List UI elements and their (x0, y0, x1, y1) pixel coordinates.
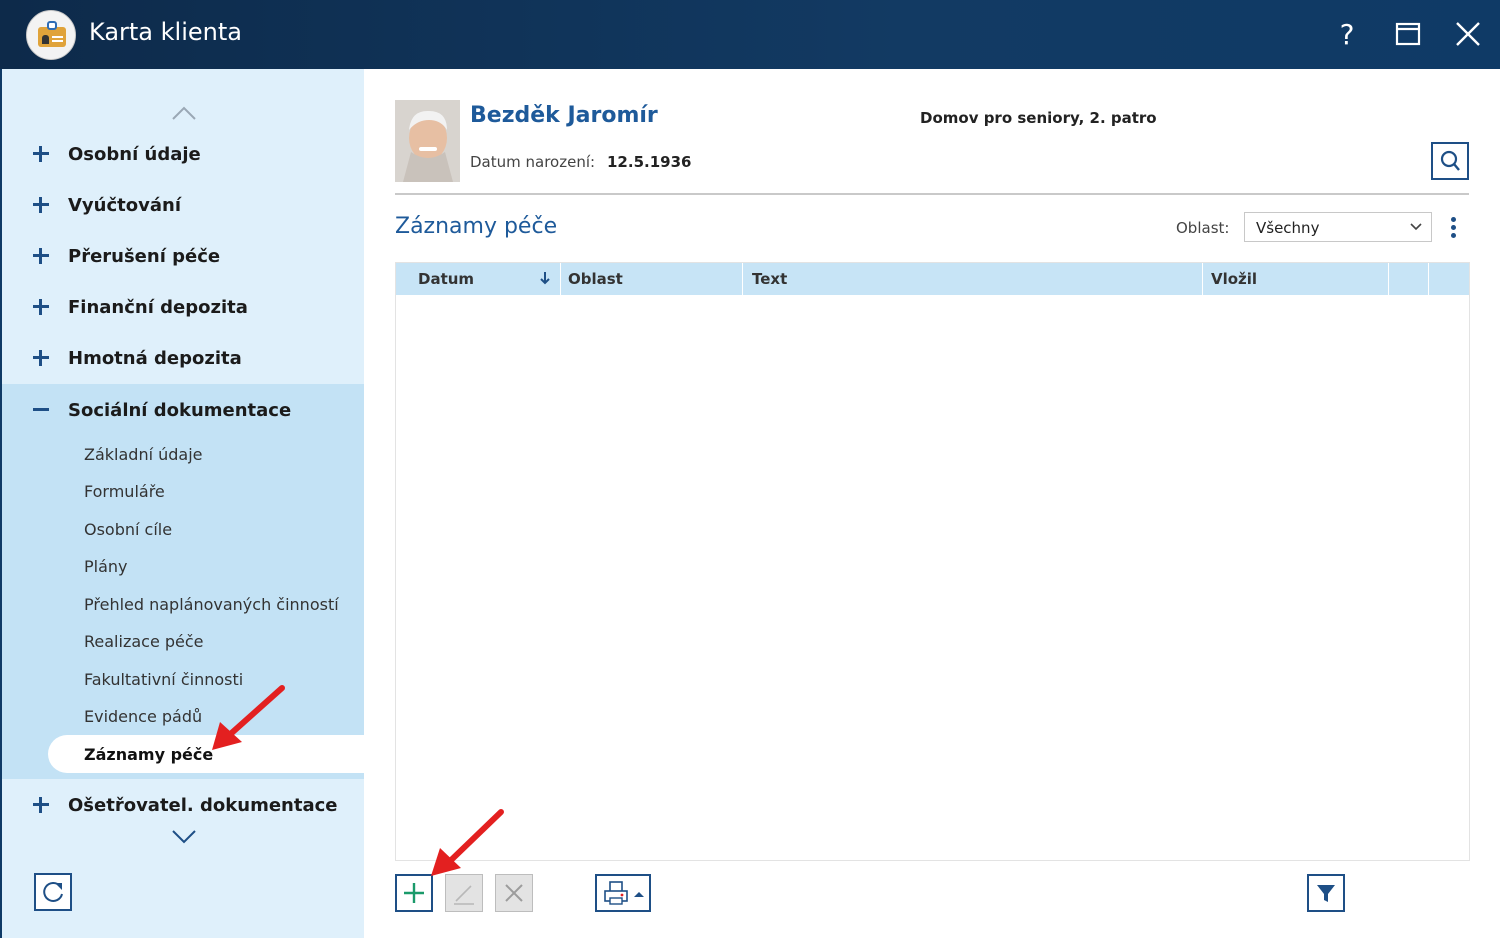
minus-icon (32, 401, 50, 419)
plus-icon (32, 796, 50, 814)
sidebar-item-financni-depozita[interactable]: Finanční depozita (2, 282, 364, 332)
window-title: Karta klienta (89, 18, 242, 46)
section-title: Záznamy péče (395, 214, 558, 239)
search-icon (1440, 150, 1460, 171)
facility-label: Domov pro seniory, 2. patro (920, 109, 1157, 127)
chevron-up-icon[interactable] (170, 103, 198, 123)
kebab-menu-icon[interactable] (1448, 216, 1460, 240)
printer-icon (604, 881, 644, 905)
sidebar-item-label: Finanční depozita (68, 296, 248, 318)
filter-button[interactable] (1307, 874, 1345, 912)
plus-icon (32, 349, 50, 367)
dob-value: 12.5.1936 (607, 153, 692, 171)
sidebar-item-label: Přerušení péče (68, 245, 221, 267)
maximize-icon (1395, 22, 1421, 46)
sidebar: Osobní údaje Vyúčtování Přerušení péče F… (0, 69, 366, 938)
close-icon (1456, 22, 1480, 46)
red-arrow-icon (212, 685, 285, 750)
maximize-button[interactable] (1388, 14, 1428, 54)
sidebar-subitem[interactable]: Základní údaje (84, 445, 203, 464)
chevron-down-icon[interactable] (170, 827, 198, 847)
plus-icon (32, 298, 50, 316)
column-header-text[interactable]: Text (752, 270, 787, 288)
sidebar-item-label: Osobní údaje (68, 143, 201, 165)
sidebar-item-preruseni-pece[interactable]: Přerušení péče (2, 231, 364, 281)
filter-icon (1317, 885, 1335, 902)
sidebar-subitem[interactable]: Evidence pádů (84, 707, 202, 726)
title-bar: Karta klienta ? (0, 0, 1500, 69)
sidebar-subitem[interactable]: Osobní cíle (84, 520, 172, 539)
sidebar-item-osobni-udaje[interactable]: Osobní údaje (2, 129, 364, 179)
sidebar-subitem[interactable]: Realizace péče (84, 632, 204, 651)
refresh-button[interactable] (34, 873, 72, 911)
column-header-oblast[interactable]: Oblast (568, 270, 623, 288)
column-separator (742, 263, 743, 295)
sidebar-subitem[interactable]: Formuláře (84, 482, 165, 501)
header-separator (395, 193, 1469, 195)
plus-icon (404, 883, 424, 903)
pencil-icon (454, 885, 474, 905)
column-header-vlozil[interactable]: Vložil (1211, 270, 1257, 288)
area-filter-select[interactable]: Všechny (1244, 212, 1432, 242)
client-photo (395, 100, 460, 182)
sidebar-item-hmotna-depozita[interactable]: Hmotná depozita (2, 333, 364, 383)
records-table: Datum Oblast Text Vložil (395, 262, 1470, 861)
client-name: Bezděk Jaromír (470, 103, 658, 128)
sidebar-subitem[interactable]: Přehled naplánovaných činností (84, 595, 339, 614)
x-icon (505, 884, 523, 902)
sidebar-item-socialni-dokumentace[interactable]: Sociální dokumentace (2, 385, 364, 435)
plus-icon (32, 247, 50, 265)
column-separator (1202, 263, 1203, 295)
red-arrow-icon (431, 809, 504, 876)
area-filter-value: Všechny (1256, 219, 1320, 237)
table-header: Datum Oblast Text Vložil (396, 263, 1469, 295)
print-button[interactable] (595, 874, 651, 912)
sidebar-item-label: Vyúčtování (68, 194, 181, 216)
column-separator (1428, 263, 1429, 295)
sidebar-item-label: Hmotná depozita (68, 347, 242, 369)
search-button[interactable] (1431, 142, 1469, 180)
chevron-down-icon (1410, 223, 1422, 231)
plus-icon (32, 145, 50, 163)
sidebar-subitem[interactable]: Plány (84, 557, 128, 576)
dob-label: Datum narození: (470, 153, 596, 171)
close-button[interactable] (1448, 14, 1488, 54)
column-separator (560, 263, 561, 295)
sidebar-item-vyuctovani[interactable]: Vyúčtování (2, 180, 364, 230)
help-button[interactable]: ? (1327, 14, 1367, 54)
sidebar-subitem-active-label: Záznamy péče (84, 745, 214, 764)
sidebar-item-label: Ošetřovatel. dokumentace (68, 794, 338, 816)
sidebar-item-osetrovatel-dokumentace[interactable]: Ošetřovatel. dokumentace (2, 780, 364, 830)
refresh-icon (43, 881, 63, 902)
client-card-icon (26, 10, 76, 60)
column-header-datum[interactable]: Datum (418, 270, 474, 288)
area-filter-label: Oblast: (1176, 219, 1230, 237)
plus-icon (32, 196, 50, 214)
sort-descending-icon[interactable] (539, 270, 551, 286)
column-separator (1388, 263, 1389, 295)
sidebar-item-label: Sociální dokumentace (68, 399, 292, 421)
